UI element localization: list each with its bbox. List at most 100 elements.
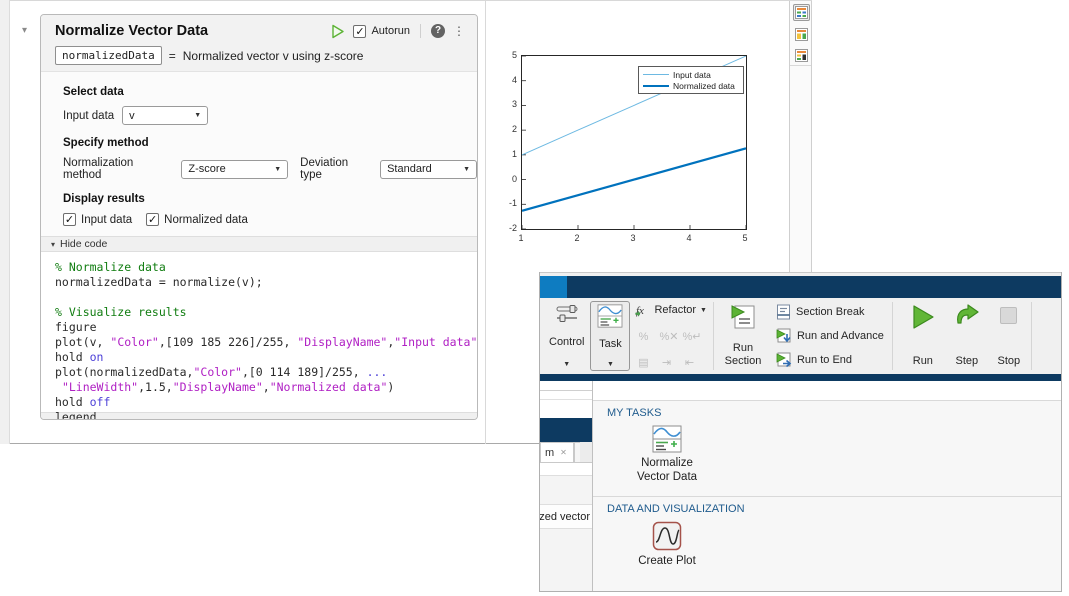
run-button[interactable]: Run xyxy=(901,301,945,371)
header-separator xyxy=(420,24,421,38)
data-and-visualization-header: DATA AND VISUALIZATION xyxy=(607,502,745,515)
x-tick-label: 5 xyxy=(742,233,748,243)
code-line: % Visualize results xyxy=(55,305,187,319)
x-tick-label: 4 xyxy=(686,233,692,243)
step-button[interactable]: Step xyxy=(945,301,989,371)
run-label: Run xyxy=(912,355,933,367)
stop-button[interactable]: Stop xyxy=(989,301,1029,371)
tab-label: m xyxy=(545,446,555,459)
run-to-end-button[interactable]: Run to End xyxy=(776,351,884,369)
format-doc-icon[interactable]: ▤ xyxy=(636,357,650,369)
autorun-checkbox[interactable]: ✓ Autorun xyxy=(353,24,410,38)
gallery-item-normalize-vector-data[interactable]: Normalize Vector Data xyxy=(625,425,709,484)
control-button[interactable]: Control ▼ xyxy=(543,301,590,371)
task-menu-icon[interactable]: ⋮ xyxy=(453,25,465,37)
y-tick-label: 5 xyxy=(511,50,517,60)
task-code-area[interactable]: % Normalize data normalizedData = normali… xyxy=(41,252,477,419)
svg-text:fx: fx xyxy=(636,305,644,317)
section-break-icon xyxy=(776,304,790,320)
mini-doc-icon-2[interactable] xyxy=(793,26,810,43)
gallery-top-row xyxy=(593,381,1061,401)
run-and-advance-button[interactable]: Run and Advance xyxy=(776,327,884,345)
task-body: Select data Input data v ▼ Specify metho… xyxy=(41,72,477,226)
task-title: Normalize Vector Data xyxy=(55,23,209,39)
section-collapse-icon[interactable]: ▾ xyxy=(22,25,27,36)
autorun-label: Autorun xyxy=(371,25,410,37)
gallery-section-data-and-visualization: DATA AND VISUALIZATION Create Plot xyxy=(593,495,1061,592)
task-summary: Normalized vector v using z-score xyxy=(182,48,364,63)
y-tick-label: 1 xyxy=(511,148,517,159)
mini-doc-icon-1[interactable] xyxy=(793,4,810,21)
normalization-method-select[interactable]: Z-score ▼ xyxy=(181,159,289,179)
control-sliders-icon xyxy=(556,305,578,322)
run-to-end-icon xyxy=(776,352,792,368)
wrap-comment-icon[interactable]: %↵ xyxy=(682,331,701,343)
y-tick-label: -2 xyxy=(508,223,517,233)
section-break-label: Section Break xyxy=(795,305,865,318)
checkbox-check-icon: ✓ xyxy=(353,24,367,38)
outdent-icon[interactable]: ⇤ xyxy=(682,357,696,369)
item-label-line: Normalize xyxy=(641,457,693,469)
normalized-data-checkbox[interactable]: ✓ Normalized data xyxy=(146,213,248,226)
document-tab[interactable]: m ✕ xyxy=(540,442,574,462)
refactor-button[interactable]: fx Refactor ▼ xyxy=(634,303,707,317)
y-tick-label: -1 xyxy=(508,198,517,209)
code-line: normalizedData = normalize(v); xyxy=(55,275,263,289)
checkbox-check-icon: ✓ xyxy=(63,213,76,226)
uncomment-icon[interactable]: %✕ xyxy=(659,331,678,343)
editor-output-divider[interactable] xyxy=(485,1,486,444)
input-data-checkbox[interactable]: ✓ Input data xyxy=(63,213,132,226)
run-and-advance-label: Run and Advance xyxy=(796,329,884,342)
sine-plot-icon xyxy=(652,521,682,550)
task-gallery-dropdown: MY TASKS Normalize Vector Data DATA AND … xyxy=(592,381,1061,591)
mini-doc-icon-3[interactable] xyxy=(793,47,810,64)
task-header: Normalize Vector Data ✓ Autorun ? ⋮ norm… xyxy=(41,15,477,72)
fx-refactor-icon: fx xyxy=(635,305,645,317)
run-to-end-label: Run to End xyxy=(796,353,853,366)
deviation-type-select[interactable]: Standard ▼ xyxy=(380,159,477,179)
hide-code-toggle[interactable]: ▾ Hide code xyxy=(41,236,477,252)
indent-icon[interactable]: ⇥ xyxy=(659,357,673,369)
stop-icon xyxy=(1000,307,1018,324)
deviation-type-value: Standard xyxy=(387,163,432,175)
legend-label-input: Input data xyxy=(673,69,711,80)
chevron-down-icon: ▼ xyxy=(463,165,470,173)
close-icon[interactable]: ✕ xyxy=(560,448,567,457)
editor-side-strip xyxy=(789,1,812,278)
legend-label-normalized: Normalized data xyxy=(673,80,735,91)
output-variable-field[interactable]: normalizedData xyxy=(55,46,162,65)
refactor-group: fx Refactor ▼ % %✕ %↵ ▤ ⇥ ⇤ xyxy=(630,301,711,371)
input-data-value: v xyxy=(129,109,135,122)
code-line: hold off xyxy=(55,395,111,409)
y-tick-label: 4 xyxy=(511,74,517,85)
run-task-icon[interactable] xyxy=(330,24,345,39)
legend-line-sample-normalized xyxy=(643,84,669,87)
document-tab-partial[interactable] xyxy=(573,442,580,462)
normalization-method-value: Z-score xyxy=(188,163,226,175)
run-section-icon xyxy=(731,305,755,329)
task-icon xyxy=(598,304,623,328)
normalize-vector-data-task-panel: Normalize Vector Data ✓ Autorun ? ⋮ norm… xyxy=(40,14,478,420)
run-section-button[interactable]: Run Section xyxy=(716,301,770,371)
chevron-down-icon: ▼ xyxy=(194,112,202,119)
gallery-section-my-tasks: MY TASKS Normalize Vector Data xyxy=(593,401,1061,496)
task-button[interactable]: Task ▼ xyxy=(590,301,631,371)
code-line: "LineWidth",1.5,"DisplayName","Normalize… xyxy=(61,380,395,394)
background-titlebar-fragment xyxy=(540,418,592,442)
legend-line-sample-input xyxy=(643,74,669,75)
refactor-label: Refactor xyxy=(654,303,697,316)
select-data-heading: Select data xyxy=(63,86,124,98)
section-break-button[interactable]: Section Break xyxy=(776,303,884,321)
collapse-triangle-icon: ▾ xyxy=(51,239,56,249)
gallery-item-create-plot[interactable]: Create Plot xyxy=(625,521,709,568)
x-tick-label: 3 xyxy=(630,233,636,243)
comment-icon[interactable]: % xyxy=(636,331,650,343)
input-data-select[interactable]: v ▼ xyxy=(122,106,209,125)
y-tick-label: 3 xyxy=(511,99,517,110)
toolbar-divider xyxy=(891,302,893,370)
help-icon[interactable]: ? xyxy=(431,24,445,38)
stop-label: Stop xyxy=(997,355,1021,367)
screenshot-canvas: ▾ Normalize Vector Data ✓ Autorun ? ⋮ no… xyxy=(0,0,1069,596)
item-label-line: Vector Data xyxy=(636,471,698,483)
my-tasks-header: MY TASKS xyxy=(607,407,662,419)
